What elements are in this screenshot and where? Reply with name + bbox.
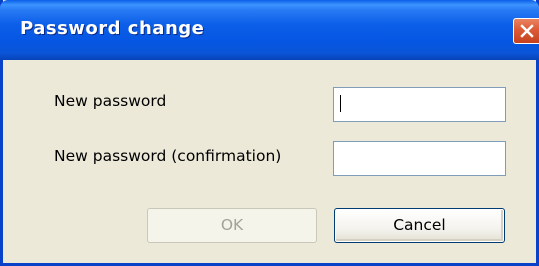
title-bar[interactable]: Password change <box>0 0 539 60</box>
confirm-password-field[interactable] <box>333 141 506 176</box>
dialog-title: Password change <box>20 18 205 39</box>
cancel-button[interactable]: Cancel <box>334 208 505 243</box>
new-password-field[interactable] <box>333 87 506 122</box>
confirm-password-label: New password (confirmation) <box>54 147 282 165</box>
ok-button[interactable]: OK <box>147 208 317 243</box>
new-password-label: New password <box>54 92 167 110</box>
close-icon <box>520 24 534 38</box>
close-button[interactable] <box>513 18 539 44</box>
text-caret <box>340 95 341 112</box>
dialog-body: New password New password (confirmation)… <box>3 60 536 263</box>
password-change-dialog: Password change New password New passwor… <box>0 0 539 266</box>
